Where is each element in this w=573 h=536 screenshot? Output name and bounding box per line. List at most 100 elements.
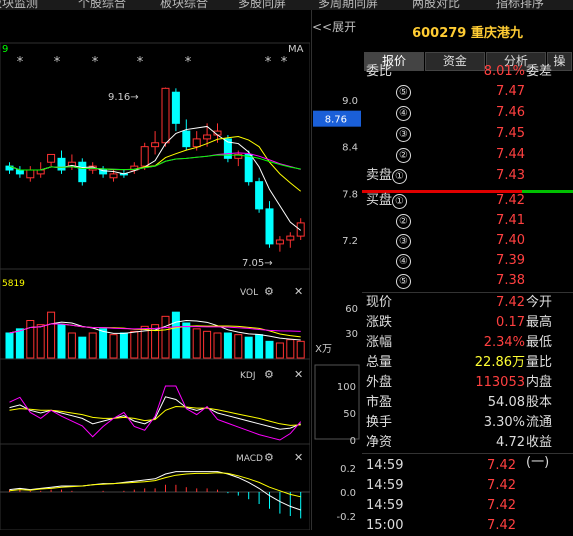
- top-tab[interactable]: 板块监测: [0, 0, 38, 10]
- row-right-label: 最低: [526, 335, 553, 350]
- top-tab[interactable]: 个股综合: [78, 0, 126, 10]
- volume-bar: [130, 330, 139, 359]
- candle-body: [286, 235, 295, 241]
- stat-row: 换手 3.30% 流通: [364, 413, 573, 433]
- top-tab[interactable]: 多股同屏: [238, 0, 286, 10]
- star-marker: *: [185, 55, 192, 70]
- row-value: 2.34%: [483, 335, 525, 350]
- candle-body: [171, 91, 180, 124]
- price-axis-tick: 7.8: [342, 189, 358, 200]
- chart-area[interactable]: 9 MA * * * * * * * 9.16→ 7.05→ 5819 VOL ⚙ ✕ KDJ ⚙ ✕ MACD ⚙ ✕…: [0, 10, 311, 536]
- row-value: 7.47: [496, 84, 525, 99]
- row-label: 涨幅: [366, 335, 393, 350]
- volume-bar: [255, 334, 264, 359]
- buy-level-row: ② 7.41: [364, 211, 573, 231]
- volume-bar: [119, 332, 128, 359]
- expand-button[interactable]: <<展开: [312, 18, 356, 35]
- row-value: 7.42: [496, 295, 525, 310]
- tick-price: 7.42: [487, 458, 516, 473]
- axis-svg: 9.0 8.4 7.8 7.2 8.76 60 30 X万 100 50 0 0.2 0.0 -0.2: [313, 96, 361, 523]
- sell-level-row: 卖盘 ① 7.43: [364, 166, 573, 186]
- candle-body: [26, 169, 35, 179]
- kdj-axis-tick: 100: [337, 382, 356, 393]
- tick-row: 14:59 7.42: [364, 456, 573, 476]
- right-axis-column: 9.0 8.4 7.8 7.2 8.76 60 30 X万 100 50 0 0.2 0.0 -0.2: [311, 10, 362, 530]
- volume-bar: [36, 324, 45, 359]
- volume-bar: [286, 339, 295, 359]
- volume-bar: [47, 311, 56, 359]
- top-tab[interactable]: 指标排序: [496, 0, 544, 10]
- star-marker: *: [137, 55, 144, 70]
- tick-time: 14:59: [366, 458, 404, 473]
- row-value: 0.17: [496, 315, 525, 330]
- stat-row: 现价 7.42 今开: [364, 293, 573, 313]
- row-value: 7.45: [496, 126, 525, 141]
- ma-label: MA: [288, 44, 304, 55]
- macd-close-icon: ✕: [294, 451, 303, 464]
- star-marker: *: [54, 55, 61, 70]
- candle-body: [109, 173, 118, 179]
- row-label: 市盈: [366, 395, 393, 410]
- star-marker: *: [281, 55, 288, 70]
- tick-time: 15:00: [366, 518, 404, 533]
- volume-bar: [5, 332, 14, 359]
- top-tab-bar: 板块监测 个股综合 板块综合 多股同屏 多周期同屏 两股对比 指标排序: [0, 0, 573, 10]
- volume-bar: [171, 311, 180, 359]
- price-top-label: 9: [2, 44, 8, 55]
- volume-bar: [203, 330, 212, 359]
- top-tab[interactable]: 板块综合: [160, 0, 208, 10]
- stock-header: 600279 重庆港九: [362, 22, 573, 41]
- row-value: 3.30%: [483, 415, 525, 430]
- stat-row: 外盘 113053 内盘: [364, 373, 573, 393]
- stock-code: 600279: [412, 26, 467, 41]
- volume-bar: [78, 336, 87, 359]
- kdj-axis-tick: 0: [350, 436, 356, 447]
- volume-bar: [99, 328, 108, 359]
- row-label: ④: [366, 103, 411, 123]
- volume-bar: [109, 334, 118, 359]
- row-label: 总量: [366, 355, 393, 370]
- row-label: 净资: [366, 435, 393, 450]
- row-label: ③: [366, 231, 411, 251]
- macd-gear-icon: ⚙: [264, 451, 274, 464]
- volume-bar: [223, 332, 232, 359]
- row-label: ④: [366, 251, 411, 271]
- candle-body: [47, 153, 56, 163]
- current-price-label: 8.76: [325, 115, 347, 126]
- row-value: 7.41: [496, 213, 525, 228]
- tick-row: 15:00 7.42: [364, 516, 573, 536]
- candle-body: [15, 169, 24, 175]
- top-tab[interactable]: 多周期同屏: [318, 0, 378, 10]
- volume-bar: [26, 320, 35, 359]
- volume-bar: [275, 342, 284, 359]
- kdj-gear-icon: ⚙: [264, 368, 274, 381]
- row-value: 7.40: [496, 233, 525, 248]
- kdj-line: [9, 396, 301, 430]
- volume-bar: [192, 328, 201, 359]
- volume-bar: [265, 340, 274, 359]
- row-value: 22.86万: [474, 355, 525, 370]
- row-value: 7.42: [496, 193, 525, 208]
- volume-bar: [296, 340, 305, 359]
- candle-body: [57, 157, 66, 171]
- kdj-line: [9, 385, 302, 441]
- candle-body: [255, 181, 264, 210]
- row-label: 卖盘 ①: [366, 166, 408, 186]
- price-axis-tick: 9.0: [342, 96, 358, 107]
- weibi-row: 委比 8.01% 委差: [364, 62, 573, 82]
- kline-chart-svg[interactable]: 9 MA* * * * * * *9.16→7.05→5819VOL ⚙ ✕KDJ ⚙ ✕MACD ⚙ ✕…: [0, 10, 311, 536]
- sell-level-row: ④ 7.46: [364, 103, 573, 123]
- vol-unit-label: X万: [315, 344, 332, 355]
- row-value: 7.39: [496, 253, 525, 268]
- row-label: 外盘: [366, 375, 393, 390]
- buy-level-row: ⑤ 7.38: [364, 271, 573, 291]
- row-value: 4.72: [496, 435, 525, 450]
- divider: [362, 453, 573, 454]
- top-tab[interactable]: 两股对比: [412, 0, 460, 10]
- stat-row: 市盈 54.08 股本: [364, 393, 573, 413]
- volume-bar: [15, 328, 24, 359]
- row-value: 7.43: [496, 168, 525, 183]
- row-label: 委比: [366, 64, 393, 79]
- high-price-label: 9.16→: [108, 92, 139, 103]
- macd-axis-tick: 0.2: [340, 464, 356, 475]
